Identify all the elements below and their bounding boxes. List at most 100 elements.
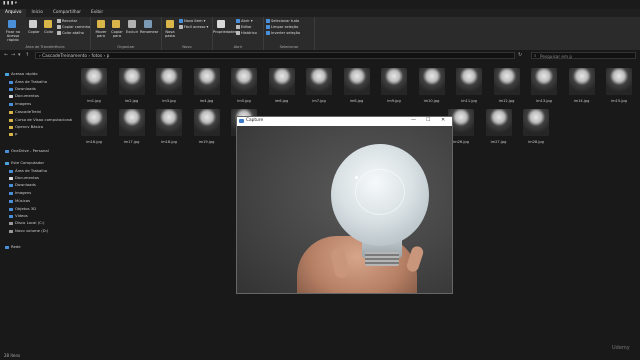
copy-button[interactable]: Copiar	[28, 30, 40, 34]
sidebar-item[interactable]: Opencv Básico	[9, 124, 43, 130]
invert-selection-button[interactable]: Inverter seleção	[266, 31, 300, 35]
new-item-button[interactable]: Novo item ▾	[179, 19, 205, 23]
file-thumbnail[interactable]: im17.jpg	[117, 107, 147, 144]
sidebar-item[interactable]: Downloads	[9, 182, 36, 188]
select-all-button[interactable]: Selecionar tudo	[266, 19, 299, 23]
file-thumbnail[interactable]: im15.jpg	[604, 66, 634, 103]
easy-access-button[interactable]: Fácil acesso ▾	[179, 25, 208, 29]
sidebar-item[interactable]: Imagens	[9, 101, 31, 107]
edit-button[interactable]: Editar	[236, 25, 252, 29]
paste-shortcut-button[interactable]: Colar atalho	[57, 31, 84, 35]
quick-access-toolbar[interactable]: ▮ ▮ ▮ ▾	[3, 1, 17, 6]
copy-to-button[interactable]: Copiar para	[110, 30, 124, 38]
file-name: im14.jpg	[573, 99, 590, 103]
sidebar-item-label: CascadeTreini	[15, 109, 42, 114]
refresh-button[interactable]: ↻	[518, 52, 522, 58]
new-folder-button[interactable]: Nova pasta	[163, 30, 177, 38]
rename-button[interactable]: Renomear	[140, 30, 158, 34]
close-button[interactable]: ✕	[441, 117, 445, 123]
file-thumbnail[interactable]: im5.jpg	[229, 66, 259, 103]
file-thumbnail[interactable]: im19.jpg	[192, 107, 222, 144]
sidebar-item[interactable]: Documentos	[9, 93, 39, 99]
pin-icon[interactable]	[8, 20, 16, 28]
file-thumbnail[interactable]: im6.jpg	[267, 66, 297, 103]
sidebar-item[interactable]: Novo volume (D:)	[9, 228, 48, 234]
copy-to-icon[interactable]	[112, 20, 120, 28]
cut-button[interactable]: Recortar	[57, 19, 77, 23]
open-label: Abrir ▾	[241, 19, 253, 23]
capture-title-bar[interactable]: Capture — ☐ ✕	[237, 117, 452, 126]
sidebar-item[interactable]: Objetos 3D	[9, 206, 36, 212]
sidebar-item[interactable]: Vídeos	[9, 213, 28, 219]
paste-icon[interactable]	[44, 20, 52, 28]
file-thumbnail[interactable]: im18.jpg	[154, 107, 184, 144]
file-thumbnail[interactable]: im27.jpg	[484, 107, 514, 144]
file-thumbnail[interactable]: im28.jpg	[521, 107, 551, 144]
sidebar-item-label: Downloads	[15, 182, 36, 187]
forward-button[interactable]: →	[11, 52, 15, 58]
file-thumbnail[interactable]: im14.jpg	[567, 66, 597, 103]
folder-icon	[9, 207, 13, 211]
sidebar-item[interactable]: Rede	[5, 244, 21, 250]
sidebar-item[interactable]: OneDrive - Personal	[5, 148, 49, 154]
move-to-icon[interactable]	[97, 20, 105, 28]
sidebar-item[interactable]: Disco Local (C:)	[9, 220, 45, 226]
minimize-button[interactable]: —	[411, 117, 416, 123]
new-item-icon	[179, 19, 183, 23]
up-button[interactable]: ↑	[25, 52, 29, 58]
select-all-label: Selecionar tudo	[271, 19, 300, 23]
select-none-button[interactable]: Limpar seleção	[266, 25, 298, 29]
file-thumbnail[interactable]: im11.jpg	[454, 66, 484, 103]
file-thumbnail[interactable]: im3.jpg	[154, 66, 184, 103]
sidebar-item[interactable]: Acesso rápido	[5, 71, 38, 77]
delete-button[interactable]: Excluir	[126, 30, 138, 34]
file-thumbnail[interactable]: im4.jpg	[192, 66, 222, 103]
sidebar-item[interactable]: p	[9, 131, 17, 137]
history-button[interactable]: Histórico	[236, 31, 257, 35]
file-thumbnail[interactable]: im1.jpg	[79, 66, 109, 103]
sidebar-item[interactable]: Documentos	[9, 175, 39, 181]
properties-button[interactable]: Propriedades	[213, 30, 237, 34]
sidebar-item[interactable]: Este Computador	[5, 160, 44, 166]
back-button[interactable]: ←	[4, 52, 8, 58]
file-thumbnail[interactable]: im9.jpg	[379, 66, 409, 103]
tab-exibir[interactable]: Exibir	[86, 9, 108, 17]
sidebar-item[interactable]: Área de Trabalho	[9, 168, 47, 174]
new-folder-icon[interactable]	[166, 20, 174, 28]
file-thumbnail[interactable]: im10.jpg	[417, 66, 447, 103]
file-thumbnail[interactable]: im2.jpg	[117, 66, 147, 103]
properties-icon[interactable]	[217, 20, 225, 28]
move-to-button[interactable]: Mover para	[94, 30, 108, 38]
recent-locations-button[interactable]: ▾	[18, 52, 21, 58]
sidebar-item[interactable]: CascadeTreini	[9, 109, 41, 115]
item-count: 28 itens	[4, 353, 21, 358]
file-thumbnail[interactable]: im7.jpg	[304, 66, 334, 103]
file-thumbnail[interactable]: im12.jpg	[492, 66, 522, 103]
folder-icon	[9, 94, 13, 98]
capture-window[interactable]: Capture — ☐ ✕	[236, 116, 453, 294]
tab-arquivo[interactable]: Arquivo	[0, 9, 27, 17]
file-thumbnail[interactable]: im8.jpg	[342, 66, 372, 103]
sidebar-item[interactable]: Downloads	[9, 86, 36, 92]
address-input[interactable]: › CascadeTreinamento › fotos › p	[35, 52, 515, 59]
open-button[interactable]: Abrir ▾	[236, 19, 253, 23]
sidebar-item-label: Downloads	[15, 86, 36, 91]
delete-icon[interactable]	[128, 20, 136, 28]
tab-compartilhar[interactable]: Compartilhar	[48, 9, 86, 17]
tab-inicio[interactable]: Início	[26, 9, 47, 17]
rename-icon[interactable]	[144, 20, 152, 28]
file-thumbnail[interactable]: im16.jpg	[79, 107, 109, 144]
copy-icon[interactable]	[29, 20, 37, 28]
copy-path-icon	[57, 25, 61, 29]
sidebar-item[interactable]: Curso de Visao computacional	[9, 117, 72, 123]
sidebar-item[interactable]: Imagens	[9, 190, 31, 196]
sidebar-item[interactable]: Área de Trabalho	[9, 79, 47, 85]
file-thumbnail[interactable]: im13.jpg	[529, 66, 559, 103]
image-preview	[381, 68, 407, 95]
copy-path-button[interactable]: Copiar caminho	[57, 25, 90, 29]
pin-quick-access-button[interactable]: Fixar no Acesso rápido	[2, 30, 24, 42]
sidebar-item[interactable]: Músicas	[9, 198, 30, 204]
search-input[interactable]: Pesquisar em p	[531, 52, 636, 59]
paste-button[interactable]: Colar	[44, 30, 53, 34]
maximize-button[interactable]: ☐	[426, 117, 430, 123]
